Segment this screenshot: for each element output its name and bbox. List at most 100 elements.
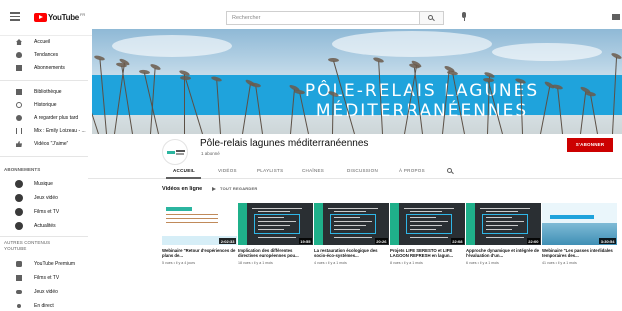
active-tab-indicator <box>166 177 201 179</box>
sidebar-item-label: Tendances <box>34 52 59 58</box>
video-title[interactable]: Implication des différentes directives e… <box>238 248 313 259</box>
sidebar-item-premium[interactable]: YouTube Premium <box>0 258 88 270</box>
logo-text: YouTube <box>48 12 79 22</box>
video-thumbnail[interactable]: 19:55 <box>238 203 313 245</box>
sidebar-item-films[interactable]: Films et TV <box>0 272 88 284</box>
sidebar-item-home[interactable]: Accueil <box>0 36 88 48</box>
mix-icon <box>16 128 22 134</box>
video-title[interactable]: Projets LIFE SERESTO et LIFE LAGOON REFR… <box>390 248 465 259</box>
tab-discussion[interactable]: DISCUSSION <box>347 168 378 173</box>
subscriptions-heading: ABONNEMENTS <box>4 167 41 172</box>
banner-cloud <box>112 35 232 57</box>
divider <box>0 156 88 157</box>
sidebar-item-label: À regarder plus tard <box>34 115 79 121</box>
tab-channels[interactable]: CHAÎNES <box>302 168 324 173</box>
video-duration: 20:26 <box>374 238 388 244</box>
sidebar-item-watch-later[interactable]: À regarder plus tard <box>0 112 88 124</box>
video-card[interactable]: 3:30:54 Webinaire "Les passes interlidale… <box>542 203 617 265</box>
sidebar-item-label: Jeux vidéo <box>34 289 58 295</box>
video-title[interactable]: Webinaire "Retour d'expériences de plans… <box>162 248 237 259</box>
sidebar-item-label: Actualités <box>34 223 56 229</box>
sidebar-sub-music[interactable]: Musique <box>0 178 88 190</box>
logo-region: FR <box>79 12 86 17</box>
video-meta: 6 vues • il y a 1 mois <box>466 260 499 265</box>
video-title[interactable]: La restauration écologique des socio-éco… <box>314 248 389 259</box>
video-card[interactable]: 19:55 Implication des différentes directi… <box>238 203 313 265</box>
sidebar-item-live[interactable]: En direct <box>0 300 88 311</box>
library-icon <box>16 89 22 95</box>
divider <box>0 236 88 237</box>
music-channel-icon <box>15 180 23 188</box>
tab-videos[interactable]: VIDÉOS <box>218 168 237 173</box>
tab-about[interactable]: À PROPOS <box>399 168 425 173</box>
films-channel-icon <box>15 208 23 216</box>
sidebar-item-label: Jeux vidéo <box>34 195 58 201</box>
video-duration: 2:02:33 <box>219 238 236 244</box>
subscribe-button[interactable]: S'ABONNER <box>567 138 613 152</box>
video-duration: 22:00 <box>526 238 540 244</box>
tab-playlists[interactable]: PLAYLISTS <box>257 168 283 173</box>
reed-plume <box>327 57 340 63</box>
video-duration: 3:30:54 <box>599 238 616 244</box>
thumb-up-icon <box>16 141 22 147</box>
channel-name: Pôle-relais lagunes méditerranéennes <box>200 138 369 149</box>
sidebar-item-label: Vidéos "J'aime" <box>34 141 69 147</box>
play-icon <box>212 186 216 191</box>
fire-icon <box>16 52 22 58</box>
menu-icon[interactable] <box>10 12 20 21</box>
section-title[interactable]: Vidéos en ligne <box>162 186 202 192</box>
video-card[interactable]: 22:00 Approche dynamique et intégrée de l… <box>466 203 541 265</box>
banner-cloud <box>332 31 492 57</box>
play-logo-icon <box>34 12 47 22</box>
sidebar-sub-films[interactable]: Films et TV <box>0 206 88 218</box>
channel-avatar[interactable] <box>162 139 188 165</box>
play-all-label: TOUT REGARDER <box>220 186 258 191</box>
tab-home[interactable]: ACCUEIL <box>173 168 195 173</box>
live-icon <box>17 304 21 308</box>
video-thumbnail[interactable]: 22:08 <box>390 203 465 245</box>
sidebar-item-subscriptions[interactable]: Abonnements <box>0 62 88 74</box>
sidebar-item-library[interactable]: Bibliothèque <box>0 86 88 98</box>
sidebar-item-trending[interactable]: Tendances <box>0 49 88 61</box>
play-all-button[interactable]: TOUT REGARDER <box>212 186 257 191</box>
search-box[interactable]: Rechercher <box>226 11 444 25</box>
reed-plume <box>138 68 151 75</box>
subscriber-count: 1 abonné <box>201 151 220 156</box>
video-card[interactable]: 20:26 La restauration écologique des soci… <box>314 203 389 265</box>
video-meta: 18 vues • il y a 1 mois <box>238 260 273 265</box>
film-icon <box>16 275 22 281</box>
create-video-icon[interactable] <box>612 14 620 20</box>
search-input[interactable]: Rechercher <box>227 12 419 24</box>
sidebar-item-label: Bibliothèque <box>34 89 62 95</box>
sidebar: Accueil Tendances Abonnements Bibliothèq… <box>0 36 88 311</box>
search-icon <box>428 15 433 20</box>
video-thumbnail[interactable]: 2:02:33 <box>162 203 237 245</box>
search-button[interactable] <box>419 12 443 24</box>
youtube-logo[interactable]: YouTube FR <box>34 12 85 22</box>
video-card[interactable]: 2:02:33 Webinaire "Retour d'expériences d… <box>162 203 237 265</box>
sidebar-item-label: Accueil <box>34 39 51 45</box>
sidebar-item-gaming[interactable]: Jeux vidéo <box>0 286 88 298</box>
video-meta: 4 vues • il y a 1 mois <box>314 260 347 265</box>
video-thumbnail[interactable]: 20:26 <box>314 203 389 245</box>
more-youtube-heading: AUTRES CONTENUS YOUTUBE <box>4 240 51 251</box>
video-title[interactable]: Webinaire "Les passes interlidales tempo… <box>542 248 617 259</box>
news-channel-icon <box>15 222 23 230</box>
banner-cloud <box>492 43 602 61</box>
video-card[interactable]: 22:08 Projets LIFE SERESTO et LIFE LAGOON… <box>390 203 465 265</box>
sidebar-sub-gaming[interactable]: Jeux vidéo <box>0 192 88 204</box>
channel-search-button[interactable] <box>446 167 454 175</box>
sidebar-sub-news[interactable]: Actualités <box>0 220 88 232</box>
divider <box>0 80 88 81</box>
sidebar-item-history[interactable]: Historique <box>0 99 88 111</box>
reed-stem <box>184 74 185 134</box>
sidebar-item-label: Mix : Emily Loizeau - ... <box>34 128 86 134</box>
sidebar-item-liked[interactable]: Vidéos "J'aime" <box>0 138 88 150</box>
video-title[interactable]: Approche dynamique et intégrée de l'éval… <box>466 248 541 259</box>
sidebar-item-mix[interactable]: Mix : Emily Loizeau - ... <box>0 125 88 137</box>
sidebar-item-label: Musique <box>34 181 53 187</box>
microphone-icon[interactable] <box>462 12 466 21</box>
video-thumbnail[interactable]: 3:30:54 <box>542 203 617 245</box>
sidebar-item-label: En direct <box>34 303 54 309</box>
video-thumbnail[interactable]: 22:00 <box>466 203 541 245</box>
